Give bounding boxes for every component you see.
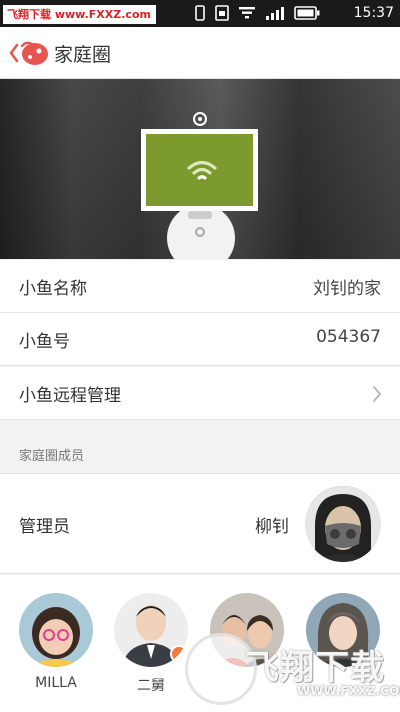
watermark-logo: 飞翔下载 WWW.FXXZ.COM [185, 628, 400, 712]
section-header: 家庭圈成员 [0, 421, 400, 474]
member-avatar[interactable] [114, 593, 188, 667]
member-avatar[interactable] [19, 593, 93, 667]
remote-management-row[interactable]: 小鱼远程管理 [0, 367, 400, 420]
camera-dot-icon [193, 112, 207, 126]
device-number-value: 054367 [316, 327, 381, 347]
remote-management-label: 小鱼远程管理 [19, 386, 121, 406]
admin-label: 管理员 [19, 517, 70, 537]
admin-name: 柳钊 [255, 517, 289, 537]
robot-neck [188, 211, 212, 219]
device-screen-display [146, 134, 253, 206]
admin-avatar[interactable] [305, 486, 381, 562]
signal-icon [266, 7, 284, 20]
sim-icon [215, 5, 229, 21]
device-name-label: 小鱼名称 [19, 279, 87, 299]
admin-row[interactable]: 管理员 柳钊 [0, 474, 400, 574]
member-item[interactable]: 二舅 [111, 593, 191, 695]
device-number-label: 小鱼号 [19, 332, 70, 352]
mask-face-icon [305, 486, 381, 562]
watermark-banner: 飞翔下载 www.FXXZ.com [3, 5, 156, 24]
status-time: 15:37 [353, 5, 394, 21]
status-bar: 飞翔下载 www.FXXZ.com 15:37 [0, 0, 400, 27]
status-icons [194, 5, 320, 21]
robot-eye [195, 227, 205, 237]
section-header-label: 家庭圈成员 [19, 449, 85, 464]
fish-logo-icon[interactable] [8, 38, 54, 68]
member-name: MILLA [35, 675, 77, 691]
app-bar: 家庭圈 [0, 27, 400, 79]
device-name-value: 刘钊的家 [313, 279, 381, 299]
app-title: 家庭圈 [54, 44, 112, 66]
member-name: 二舅 [137, 678, 165, 694]
device-name-row[interactable]: 小鱼名称 刘钊的家 [0, 260, 400, 313]
child-avatar-icon [19, 593, 93, 667]
watermark-title: 飞翔下载 [245, 648, 385, 688]
wifi-icon [187, 160, 217, 180]
device-screen [141, 129, 258, 211]
watermark-url: WWW.FXXZ.COM [297, 684, 400, 698]
wifi-icon [239, 7, 255, 19]
device-hero [0, 79, 400, 259]
device-number-row: 小鱼号 054367 [0, 313, 400, 366]
vibrate-icon [195, 5, 205, 21]
member-item[interactable]: MILLA [16, 593, 96, 691]
chevron-right-icon [373, 386, 382, 402]
battery-icon [294, 6, 320, 20]
